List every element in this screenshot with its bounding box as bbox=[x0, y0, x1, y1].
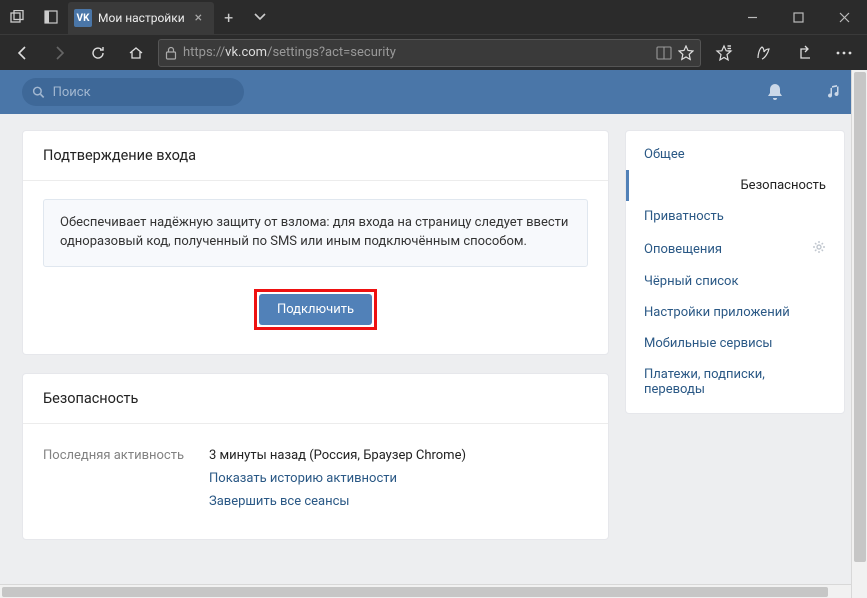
browser-titlebar: VK Мои настройки × + bbox=[0, 0, 867, 34]
sidebar-item-blacklist[interactable]: Чёрный список bbox=[626, 266, 844, 297]
vk-favicon: VK bbox=[74, 9, 92, 27]
show-history-link[interactable]: Показать историю активности bbox=[209, 471, 466, 486]
sidebar-item-label: Чёрный список bbox=[644, 274, 738, 289]
security-card: Безопасность Последняя активность 3 мину… bbox=[22, 373, 609, 540]
vk-body: Подтверждение входа Обеспечивает надёжну… bbox=[0, 114, 867, 598]
security-title: Безопасность bbox=[23, 374, 608, 424]
minimize-button[interactable] bbox=[729, 0, 775, 34]
notifications-icon[interactable] bbox=[765, 82, 785, 102]
tab-actions-icon[interactable] bbox=[0, 0, 34, 34]
scrollbar-thumb[interactable] bbox=[2, 587, 828, 597]
sidebar-item-label: Приватность bbox=[644, 209, 724, 224]
url-box[interactable]: https://vk.com/settings?act=security bbox=[158, 39, 701, 67]
share-button[interactable] bbox=[787, 37, 821, 69]
titlebar-left: VK Мои настройки × + bbox=[0, 0, 277, 34]
button-row: Подключить bbox=[43, 289, 588, 330]
two-factor-info: Обеспечивает надёжную защиту от взлома: … bbox=[43, 199, 588, 267]
sidebar-item-apps[interactable]: Настройки приложений bbox=[626, 297, 844, 328]
sidebar-item-mobile[interactable]: Мобильные сервисы bbox=[626, 328, 844, 359]
browser-addressbar: https://vk.com/settings?act=security bbox=[0, 34, 867, 70]
home-button[interactable] bbox=[120, 37, 152, 69]
page-viewport: Подтверждение входа Обеспечивает надёжну… bbox=[0, 70, 867, 598]
search-icon bbox=[32, 85, 45, 99]
browser-tab[interactable]: VK Мои настройки × bbox=[68, 2, 214, 34]
tabs-chevron-icon[interactable] bbox=[243, 8, 277, 27]
more-button[interactable] bbox=[827, 37, 861, 69]
main-column: Подтверждение входа Обеспечивает надёжну… bbox=[22, 130, 609, 582]
sidebar-item-notifications[interactable]: Оповещения bbox=[626, 232, 844, 266]
favorite-star-icon[interactable] bbox=[678, 45, 694, 61]
sidebar-item-label: Настройки приложений bbox=[644, 305, 790, 320]
search-input[interactable] bbox=[53, 85, 234, 100]
window-controls bbox=[729, 0, 867, 34]
vertical-scrollbar[interactable] bbox=[851, 70, 867, 598]
set-aside-icon[interactable] bbox=[34, 0, 68, 34]
new-tab-button[interactable]: + bbox=[214, 8, 243, 27]
security-body: Последняя активность 3 минуты назад (Рос… bbox=[23, 424, 608, 539]
activity-row: Последняя активность 3 минуты назад (Рос… bbox=[43, 442, 588, 515]
lock-icon bbox=[165, 46, 177, 60]
two-factor-title: Подтверждение входа bbox=[23, 131, 608, 181]
vk-search[interactable] bbox=[22, 78, 244, 106]
close-tab-icon[interactable]: × bbox=[191, 10, 206, 26]
scrollbar-thumb[interactable] bbox=[854, 72, 866, 562]
maximize-button[interactable] bbox=[775, 0, 821, 34]
music-icon[interactable] bbox=[825, 82, 845, 102]
sidebar-item-general[interactable]: Общее bbox=[626, 139, 844, 170]
back-button[interactable] bbox=[6, 37, 38, 69]
sidebar-column: Общее Безопасность Приватность Оповещени… bbox=[625, 130, 845, 582]
sidebar-item-label: Платежи, подписки, переводы bbox=[644, 367, 826, 397]
activity-values: 3 минуты назад (Россия, Браузер Chrome) … bbox=[209, 448, 466, 509]
notes-button[interactable] bbox=[747, 37, 781, 69]
activity-label: Последняя активность bbox=[43, 448, 193, 509]
two-factor-body: Обеспечивает надёжную защиту от взлома: … bbox=[23, 181, 608, 354]
end-sessions-link[interactable]: Завершить все сеансы bbox=[209, 494, 466, 509]
tab-title: Мои настройки bbox=[98, 11, 185, 25]
gear-icon[interactable] bbox=[812, 240, 826, 258]
two-factor-card: Подтверждение входа Обеспечивает надёжну… bbox=[22, 130, 609, 355]
last-activity-value: 3 минуты назад (Россия, Браузер Chrome) bbox=[209, 448, 466, 463]
vk-header bbox=[0, 70, 867, 114]
forward-button[interactable] bbox=[44, 37, 76, 69]
refresh-button[interactable] bbox=[82, 37, 114, 69]
sidebar-item-label: Безопасность bbox=[740, 178, 826, 193]
url-scheme: https:// bbox=[183, 45, 225, 60]
sidebar-item-payments[interactable]: Платежи, подписки, переводы bbox=[626, 359, 844, 405]
highlight-frame: Подключить bbox=[254, 289, 377, 330]
sidebar-item-security[interactable]: Безопасность bbox=[626, 170, 844, 201]
close-window-button[interactable] bbox=[821, 0, 867, 34]
sidebar-item-label: Мобильные сервисы bbox=[644, 336, 772, 351]
settings-sidebar: Общее Безопасность Приватность Оповещени… bbox=[625, 130, 845, 414]
enable-2fa-button[interactable]: Подключить bbox=[259, 294, 372, 325]
sidebar-item-privacy[interactable]: Приватность bbox=[626, 201, 844, 232]
favorites-button[interactable] bbox=[707, 37, 741, 69]
horizontal-scrollbar[interactable] bbox=[0, 584, 851, 598]
url-text: https://vk.com/settings?act=security bbox=[183, 45, 396, 60]
reading-view-icon[interactable] bbox=[656, 46, 672, 60]
url-path: /settings?act=security bbox=[267, 45, 396, 60]
url-host: vk.com bbox=[225, 45, 267, 60]
sidebar-item-label: Общее bbox=[644, 147, 685, 162]
sidebar-item-label: Оповещения bbox=[644, 242, 722, 257]
